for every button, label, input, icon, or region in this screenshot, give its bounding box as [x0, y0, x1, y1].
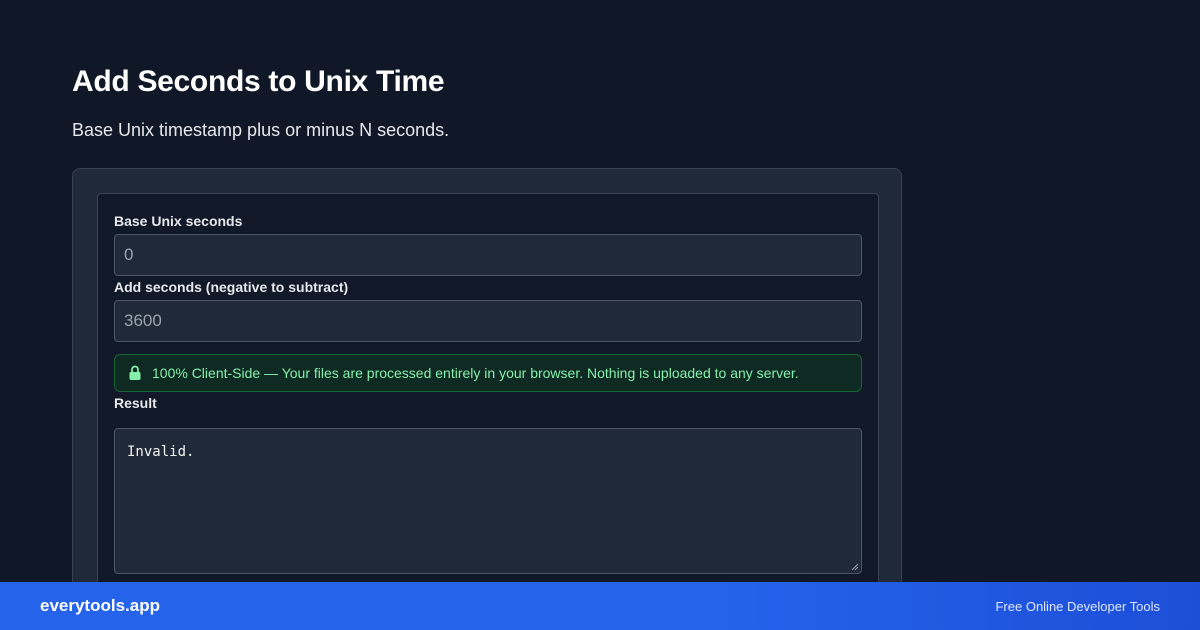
add-seconds-input[interactable]: 3600: [114, 300, 862, 342]
result-label: Result: [114, 395, 157, 411]
add-seconds-label: Add seconds (negative to subtract): [114, 279, 349, 295]
footer-tagline: Free Online Developer Tools: [995, 598, 1160, 614]
footer-bar: everytools.app Free Online Developer Too…: [0, 582, 1200, 630]
lock-icon: [129, 365, 141, 380]
page-title: Add Seconds to Unix Time: [72, 65, 445, 98]
brand-link[interactable]: everytools.app: [40, 596, 160, 616]
page-subtitle: Base Unix timestamp plus or minus N seco…: [72, 120, 450, 140]
page: Add Seconds to Unix Time Base Unix times…: [0, 0, 1200, 630]
base-seconds-label: Base Unix seconds: [114, 213, 243, 229]
client-side-notice: 100% Client-Side — Your files are proces…: [114, 354, 862, 392]
tool-form: Base Unix seconds 0 Add seconds (negativ…: [97, 193, 879, 630]
base-seconds-input[interactable]: 0: [114, 234, 862, 276]
result-text: Invalid.: [127, 444, 195, 460]
notice-text: 100% Client-Side — Your files are proces…: [152, 365, 799, 381]
resize-grip-icon[interactable]: [851, 563, 859, 571]
tool-card: Base Unix seconds 0 Add seconds (negativ…: [72, 168, 902, 630]
result-output[interactable]: Invalid.: [114, 428, 862, 574]
